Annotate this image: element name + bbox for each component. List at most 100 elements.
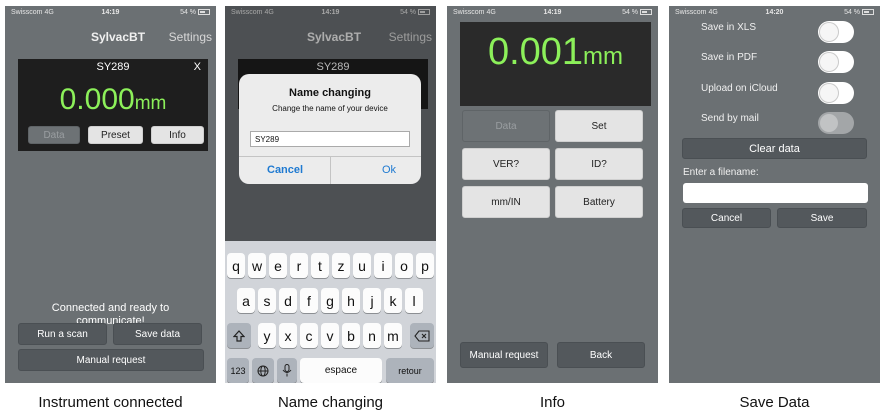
key-r[interactable]: r [290,253,308,278]
caption-save-data: Save Data [739,394,810,411]
status-bar: Swisscom 4G 14:20 54 % [669,6,880,20]
key-f[interactable]: f [300,288,318,313]
caption-instrument-connected: Instrument connected [38,394,183,411]
battery-indicator: 54 % [180,9,210,16]
upload-icloud-label: Upload on iCloud [701,83,778,94]
key-g[interactable]: g [321,288,339,313]
shift-key[interactable] [227,323,251,348]
data-button[interactable]: Data [28,126,80,144]
shift-icon [233,329,245,342]
key-k[interactable]: k [384,288,402,313]
device-name-input[interactable]: SY289 [250,131,410,147]
battery-icon [862,9,874,15]
dialog-button-divider [330,156,331,184]
preset-button[interactable]: Preset [88,126,143,144]
manual-request-button[interactable]: Manual request [18,349,204,371]
battery-indicator: 54 % [844,9,874,16]
key-t[interactable]: t [311,253,329,278]
microphone-key[interactable] [277,358,297,383]
cancel-button[interactable]: Cancel [682,208,771,228]
key-l[interactable]: l [405,288,423,313]
screen-name-changing: Swisscom 4G 14:19 54 % SylvacBT Settings… [225,6,436,383]
key-e[interactable]: e [269,253,287,278]
backspace-icon [414,329,430,342]
battery-percent: 54 % [844,9,861,16]
key-c[interactable]: c [300,323,318,348]
key-p[interactable]: p [416,253,434,278]
key-d[interactable]: d [279,288,297,313]
key-q[interactable]: q [227,253,245,278]
screen-instrument-connected: Swisscom 4G 14:19 54 % SylvacBT Settings… [5,6,216,383]
version-button[interactable]: VER? [462,148,550,180]
settings-button[interactable]: Settings [169,30,212,44]
status-bar: Swisscom 4G 14:19 54 % [447,6,658,20]
microphone-icon [282,364,292,377]
key-v[interactable]: v [321,323,339,348]
dialog-subtitle: Change the name of your device [272,104,388,113]
key-m[interactable]: m [384,323,402,348]
name-change-dialog: Name changing Change the name of your de… [239,74,421,184]
run-scan-button[interactable]: Run a scan [18,323,107,345]
measurement-value: 0.000 [59,83,135,116]
data-button[interactable]: Data [462,110,550,142]
key-a[interactable]: a [237,288,255,313]
cancel-button[interactable]: Cancel [267,164,303,176]
measurement-readout: 0.001mm [460,22,651,106]
battery-percent: 54 % [622,9,639,16]
upload-icloud-toggle[interactable] [818,82,854,104]
numbers-key[interactable]: 123 [227,358,249,383]
save-button[interactable]: Save [777,208,867,228]
measurement-readout: 0.000mm [18,83,208,117]
back-button[interactable]: Back [557,342,645,368]
set-button[interactable]: Set [555,110,643,142]
globe-icon [257,365,269,376]
save-xls-label: Save in XLS [701,22,757,33]
measurement-value: 0.001 [487,31,584,73]
manual-request-button[interactable]: Manual request [460,342,548,368]
return-key[interactable]: retour [386,358,434,383]
key-i[interactable]: i [374,253,392,278]
screen-save-data: Swisscom 4G 14:20 54 % Save in XLS Save … [669,6,880,383]
close-icon[interactable]: X [194,61,201,73]
save-pdf-toggle[interactable] [818,51,854,73]
battery-icon [198,9,210,15]
battery-indicator: 54 % [622,9,652,16]
battery-button[interactable]: Battery [555,186,643,218]
measurement-unit: mm [583,43,624,70]
unit-toggle-button[interactable]: mm/IN [462,186,550,218]
filename-input[interactable] [683,183,868,203]
key-b[interactable]: b [342,323,360,348]
key-z[interactable]: z [332,253,350,278]
screen-info: Swisscom 4G 14:19 54 % 0.001mm Data Set … [447,6,658,383]
info-button[interactable]: Info [151,126,204,144]
clear-data-button[interactable]: Clear data [682,138,867,159]
measurement-unit: mm [134,93,167,114]
battery-icon [640,9,652,15]
caption-name-changing: Name changing [277,394,384,411]
key-y[interactable]: y [258,323,276,348]
key-x[interactable]: x [279,323,297,348]
keyboard: q w e r t z u i o p a s d f g h j k l y … [225,241,436,383]
send-mail-toggle [818,112,854,134]
save-data-button[interactable]: Save data [113,323,202,345]
status-bar: Swisscom 4G 14:19 54 % [5,6,216,20]
ok-button[interactable]: Ok [382,164,396,176]
app-title: SylvacBT [91,30,146,44]
key-w[interactable]: w [248,253,266,278]
id-button[interactable]: ID? [555,148,643,180]
key-o[interactable]: o [395,253,413,278]
key-s[interactable]: s [258,288,276,313]
save-xls-toggle[interactable] [818,21,854,43]
globe-key[interactable] [252,358,274,383]
space-key[interactable]: espace [300,358,382,383]
device-name: SY289 [96,61,130,73]
key-j[interactable]: j [363,288,381,313]
filename-label: Enter a filename: [683,167,759,178]
key-h[interactable]: h [342,288,360,313]
key-u[interactable]: u [353,253,371,278]
battery-percent: 54 % [180,9,197,16]
backspace-key[interactable] [410,323,434,348]
key-n[interactable]: n [363,323,381,348]
save-pdf-label: Save in PDF [701,52,758,63]
caption-info: Info [539,394,566,411]
